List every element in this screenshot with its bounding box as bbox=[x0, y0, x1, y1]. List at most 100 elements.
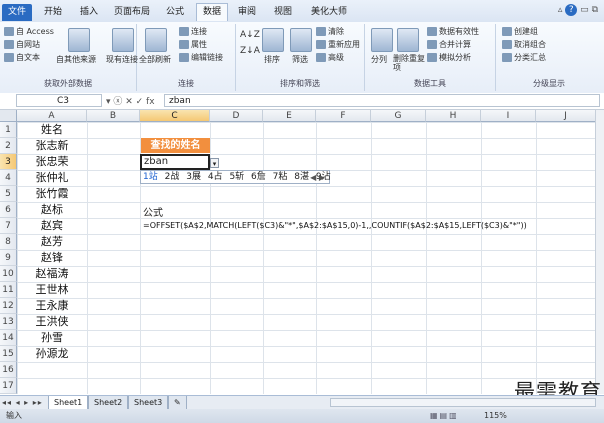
other-sources-button[interactable]: 自其他来源 bbox=[56, 54, 96, 65]
sort-az-icon[interactable]: A↓Z bbox=[240, 30, 260, 40]
clear-button[interactable]: 清除 bbox=[316, 26, 344, 37]
ime-candidate[interactable]: 4占 bbox=[208, 172, 223, 182]
cell-a1[interactable]: 姓名 bbox=[17, 122, 87, 138]
row-header[interactable]: 15 bbox=[0, 346, 17, 362]
column-header-a[interactable]: A bbox=[17, 110, 87, 122]
row-header[interactable]: 6 bbox=[0, 202, 17, 218]
cell-a13[interactable]: 王洪侠 bbox=[17, 314, 87, 330]
formula-bar-icons[interactable]: ▾ ⓧ ✕ ✓ fx bbox=[106, 94, 155, 107]
restore-icon[interactable]: ⧉ bbox=[592, 5, 598, 15]
cell-a11[interactable]: 王世林 bbox=[17, 282, 87, 298]
edit-links-button[interactable]: 编辑链接 bbox=[179, 52, 223, 63]
from-text-button[interactable]: 自文本 bbox=[4, 52, 40, 63]
row-header[interactable]: 9 bbox=[0, 250, 17, 266]
tab-home[interactable]: 开始 bbox=[38, 4, 68, 21]
text-to-columns-button[interactable]: 分列 bbox=[371, 54, 387, 65]
cell-a2[interactable]: 张志新 bbox=[17, 138, 87, 154]
formula-text-cell[interactable]: =OFFSET($A$2,MATCH(LEFT($C3)&"*",$A$2:$A… bbox=[143, 221, 527, 230]
row-header[interactable]: 7 bbox=[0, 218, 17, 234]
refresh-all-button[interactable]: 全部刷新 bbox=[139, 54, 171, 65]
column-header-j[interactable]: J bbox=[536, 110, 596, 122]
formula-label-cell[interactable]: 公式 bbox=[143, 204, 163, 219]
filter-button[interactable]: 筛选 bbox=[292, 54, 308, 65]
ime-page-arrows-icon[interactable]: ◀ ▶ bbox=[310, 171, 325, 184]
sheet-nav-arrows-icon[interactable]: ◂◂ ◂ ▸ ▸▸ bbox=[2, 396, 43, 410]
formula-input[interactable]: zban bbox=[164, 94, 600, 107]
group-button[interactable]: 创建组 bbox=[502, 26, 538, 37]
reapply-button[interactable]: 重新应用 bbox=[316, 39, 360, 50]
consolidate-button[interactable]: 合并计算 bbox=[427, 39, 471, 50]
tab-review[interactable]: 审阅 bbox=[232, 4, 262, 21]
sort-button[interactable]: 排序 bbox=[264, 54, 280, 65]
new-sheet-icon[interactable]: ✎ bbox=[168, 396, 187, 410]
what-if-button[interactable]: 模拟分析 bbox=[427, 52, 471, 63]
row-header[interactable]: 11 bbox=[0, 282, 17, 298]
ime-candidate[interactable]: 1站 bbox=[143, 172, 158, 182]
lookup-header-cell[interactable]: 查找的姓名 bbox=[141, 138, 210, 153]
row-header-selected[interactable]: 3 bbox=[0, 154, 17, 170]
column-header-h[interactable]: H bbox=[426, 110, 481, 122]
row-header[interactable]: 16 bbox=[0, 362, 17, 378]
ime-candidate[interactable]: 3展 bbox=[186, 172, 201, 182]
row-header[interactable]: 4 bbox=[0, 170, 17, 186]
properties-button[interactable]: 属性 bbox=[179, 39, 207, 50]
from-access-button[interactable]: 自 Access bbox=[4, 26, 54, 37]
cell-a7[interactable]: 赵宾 bbox=[17, 218, 87, 234]
dropdown-arrow-button[interactable]: ▾ bbox=[210, 158, 219, 168]
tab-insert[interactable]: 插入 bbox=[74, 4, 104, 21]
cell-a14[interactable]: 孙雪 bbox=[17, 330, 87, 346]
sheet-tab-sheet3[interactable]: Sheet3 bbox=[128, 396, 169, 410]
row-header[interactable]: 10 bbox=[0, 266, 17, 282]
row-header[interactable]: 8 bbox=[0, 234, 17, 250]
connections-button[interactable]: 连接 bbox=[179, 26, 207, 37]
existing-connections-button[interactable]: 现有连接 bbox=[106, 54, 138, 65]
tab-file[interactable]: 文件 bbox=[2, 4, 32, 21]
tab-beautify[interactable]: 美化大师 bbox=[304, 4, 354, 21]
data-validation-button[interactable]: 数据有效性 bbox=[427, 26, 479, 37]
ime-candidate[interactable]: 6詹 bbox=[251, 172, 266, 182]
sheet-tab-sheet1[interactable]: Sheet1 bbox=[48, 396, 89, 410]
row-header[interactable]: 1 bbox=[0, 122, 17, 138]
cell-a4[interactable]: 张仲礼 bbox=[17, 170, 87, 186]
row-header[interactable]: 5 bbox=[0, 186, 17, 202]
row-header[interactable]: 13 bbox=[0, 314, 17, 330]
active-cell-c3[interactable]: zban bbox=[140, 154, 210, 170]
tab-formulas[interactable]: 公式 bbox=[160, 4, 190, 21]
column-header-e[interactable]: E bbox=[263, 110, 316, 122]
row-header[interactable]: 14 bbox=[0, 330, 17, 346]
cell-grid[interactable] bbox=[17, 122, 604, 394]
cell-a3[interactable]: 张忠荣 bbox=[17, 154, 87, 170]
select-all-corner[interactable] bbox=[0, 110, 17, 122]
tab-page-layout[interactable]: 页面布局 bbox=[110, 4, 154, 21]
row-header[interactable]: 2 bbox=[0, 138, 17, 154]
column-header-g[interactable]: G bbox=[371, 110, 426, 122]
name-box[interactable]: C3 bbox=[16, 94, 102, 107]
ime-candidate[interactable]: 2战 bbox=[165, 172, 180, 182]
cell-a10[interactable]: 赵福涛 bbox=[17, 266, 87, 282]
cell-a5[interactable]: 张竹霞 bbox=[17, 186, 87, 202]
cell-a6[interactable]: 赵标 bbox=[17, 202, 87, 218]
sheet-tab-sheet2[interactable]: Sheet2 bbox=[88, 396, 129, 410]
row-header[interactable]: 17 bbox=[0, 378, 17, 394]
zoom-level[interactable]: 115% bbox=[484, 409, 507, 423]
subtotal-button[interactable]: 分类汇总 bbox=[502, 52, 546, 63]
ime-candidate[interactable]: 5斩 bbox=[229, 172, 244, 182]
help-icon[interactable]: ? bbox=[565, 4, 578, 16]
cell-a8[interactable]: 赵芳 bbox=[17, 234, 87, 250]
cell-a12[interactable]: 王永康 bbox=[17, 298, 87, 314]
sort-za-icon[interactable]: Z↓A bbox=[240, 46, 260, 56]
ungroup-button[interactable]: 取消组合 bbox=[502, 39, 546, 50]
column-header-d[interactable]: D bbox=[210, 110, 263, 122]
horizontal-scrollbar[interactable] bbox=[330, 398, 596, 407]
vertical-scrollbar[interactable] bbox=[595, 110, 604, 394]
column-header-c[interactable]: C bbox=[140, 110, 210, 122]
ribbon-collapse-icon[interactable]: ▵ bbox=[558, 5, 563, 15]
ime-candidate[interactable]: 7粘 bbox=[273, 172, 288, 182]
tab-data[interactable]: 数据 bbox=[196, 3, 228, 21]
cell-a9[interactable]: 赵锋 bbox=[17, 250, 87, 266]
ime-candidate[interactable]: 8湛 bbox=[294, 172, 309, 182]
column-header-i[interactable]: I bbox=[481, 110, 536, 122]
view-buttons-icon[interactable]: ▦▤▥ bbox=[430, 409, 459, 423]
tab-view[interactable]: 视图 bbox=[268, 4, 298, 21]
column-header-f[interactable]: F bbox=[316, 110, 371, 122]
